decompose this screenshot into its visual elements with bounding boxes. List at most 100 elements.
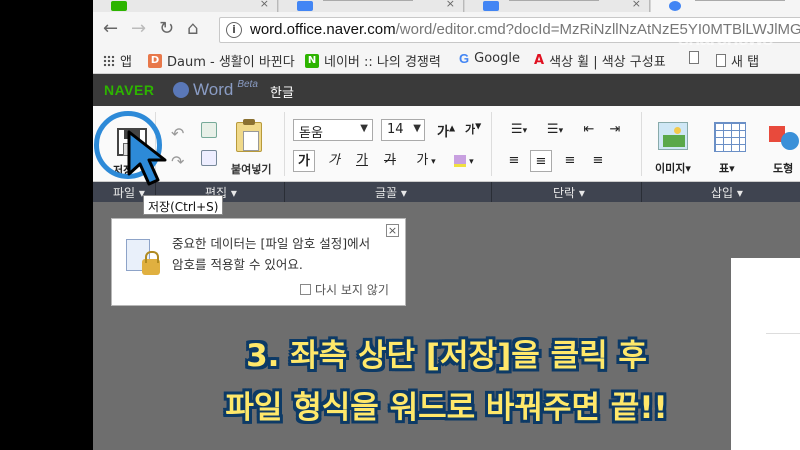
bookmark-apps[interactable]: 앱 — [103, 51, 132, 70]
bullet-list-button[interactable]: ☰▾ — [541, 119, 569, 141]
tab-title — [323, 0, 413, 1]
notice-line: 암호를 적용할 수 있어요. — [172, 257, 303, 272]
font-color-label: 가 — [416, 153, 429, 168]
menu-hangul[interactable]: 한글 — [270, 82, 294, 101]
align-justify-icon[interactable]: ≡ — [587, 150, 609, 172]
watermark: sharenews — [678, 28, 773, 50]
insert-image-button[interactable]: 이미지▾ — [655, 160, 691, 176]
group-paragraph[interactable]: 단락 ▾ — [553, 184, 585, 201]
bookmark-label: Daum - 생활이 바뀐다 — [167, 55, 295, 70]
tab-favicon — [297, 1, 313, 11]
insert-shape-button[interactable]: 도형 — [773, 160, 793, 176]
align-left-icon[interactable]: ≡ — [503, 150, 525, 172]
outdent-icon[interactable]: ⇤ — [579, 119, 599, 141]
tab-title — [695, 0, 785, 1]
font-grow-button[interactable]: 가▲ — [437, 121, 455, 140]
adobe-icon: A — [534, 53, 545, 68]
copy-icon[interactable] — [201, 150, 217, 166]
cut-icon[interactable] — [201, 122, 217, 138]
bookmark-daum[interactable]: D Daum - 생활이 바뀐다 — [148, 51, 295, 70]
chevron-down-icon: ▾ — [466, 157, 474, 167]
reload-icon[interactable]: ↻ — [159, 18, 174, 40]
bullet-list-icon: ☰ — [546, 122, 559, 137]
table-icon[interactable] — [714, 122, 746, 152]
chevron-down-icon: ▾ — [558, 126, 564, 136]
shape-icon[interactable] — [769, 122, 800, 152]
underline-button[interactable]: 가 — [351, 150, 373, 172]
highlighter-icon — [454, 154, 467, 167]
mouse-cursor-icon — [127, 130, 167, 186]
font-shrink-button[interactable]: 가▼ — [465, 121, 481, 137]
tutorial-caption: 3. 좌측 상단 [저장]을 클릭 후 파일 형식을 워드로 바꿔주면 끝!! — [93, 330, 800, 434]
bookmark-color-wheel[interactable]: A 색상 휠 | 색상 구성표 — [534, 51, 666, 70]
chevron-down-icon: ▼ — [413, 123, 421, 134]
highlight-color-button[interactable]: ▾ — [449, 150, 479, 172]
notice-message: 중요한 데이터는 [파일 암호 설정]에서 암호를 적용할 수 있어요. — [172, 233, 397, 275]
bookmark-naver[interactable]: N 네이버 :: 나의 경쟁력 — [305, 51, 441, 70]
bookmark-label: 색상 휠 | 색상 구성표 — [549, 55, 666, 70]
browser-tab-active[interactable] — [651, 0, 800, 12]
beta-label: Beta — [237, 78, 258, 90]
insert-table-button[interactable]: 표▾ — [719, 160, 735, 176]
strikethrough-button[interactable]: 가 — [379, 150, 401, 172]
back-arrow-icon[interactable]: ← — [103, 18, 118, 40]
word-logo-text: Word — [193, 80, 234, 99]
align-center-icon[interactable]: ≡ — [530, 150, 552, 172]
chevron-down-icon: ▾ — [522, 126, 528, 136]
page-icon — [689, 51, 699, 64]
indent-icon[interactable]: ⇥ — [605, 119, 625, 141]
apps-grid-icon — [103, 54, 115, 67]
tab-favicon — [669, 1, 681, 11]
caption-line: 3. 좌측 상단 [저장]을 클릭 후 — [246, 338, 647, 374]
image-icon[interactable] — [658, 122, 688, 150]
bookmark-label: 앱 — [120, 55, 132, 70]
notice-line: 중요한 데이터는 [파일 암호 설정]에서 — [172, 236, 371, 251]
bookmark-page[interactable] — [689, 51, 699, 64]
bold-button[interactable]: 가 — [293, 150, 315, 172]
forward-arrow-icon[interactable]: → — [131, 18, 146, 40]
font-family-select[interactable]: 돋움 ▼ — [293, 119, 373, 141]
bookmark-new-tab[interactable]: 새 탭 — [716, 51, 759, 70]
save-tooltip: 저장(Ctrl+S) — [143, 195, 224, 215]
bookmark-label: 새 탭 — [731, 55, 760, 70]
numbered-list-icon: ☰ — [510, 122, 523, 137]
clipboard-icon[interactable] — [236, 119, 262, 152]
shape-circle — [781, 132, 799, 150]
chevron-down-icon: ▾ — [428, 157, 436, 167]
font-color-button[interactable]: 가 ▾ — [411, 150, 441, 172]
password-notice-popup: × 중요한 데이터는 [파일 암호 설정]에서 암호를 적용할 수 있어요. 다… — [111, 218, 406, 306]
numbered-list-button[interactable]: ☰▾ — [505, 119, 533, 141]
font-size-select[interactable]: 14 ▼ — [381, 119, 425, 141]
caption-line: 파일 형식을 워드로 바꿔주면 끝!! — [225, 390, 668, 426]
checkbox-box[interactable] — [300, 284, 311, 295]
google-icon: G — [459, 51, 470, 66]
tab-title — [509, 0, 599, 1]
italic-button[interactable]: 가 — [323, 150, 345, 172]
browser-tab[interactable]: × — [279, 0, 464, 12]
daum-icon: D — [148, 53, 162, 68]
font-size-value: 14 — [387, 122, 404, 137]
tab-strip: × × × — [93, 0, 800, 12]
home-icon[interactable]: ⌂ — [187, 18, 198, 40]
close-icon[interactable]: × — [632, 0, 641, 10]
ribbon-toolbar: 저장 ↶ ↷ 붙여넣기 돋움 ▼ 14 ▼ 가▲ 가▼ 가 가 가 가 가 ▾ … — [93, 106, 800, 182]
browser-tab[interactable]: × — [465, 0, 650, 12]
naver-logo[interactable]: NAVER — [104, 82, 154, 98]
tab-favicon — [483, 1, 499, 11]
paste-label[interactable]: 붙여넣기 — [231, 161, 271, 177]
word-logo[interactable]: Word Beta — [173, 78, 258, 100]
align-right-icon[interactable]: ≡ — [559, 150, 581, 172]
font-family-value: 돋움 — [299, 126, 323, 141]
info-icon[interactable]: i — [226, 22, 242, 38]
close-icon[interactable]: × — [446, 0, 455, 10]
dont-show-again-checkbox[interactable]: 다시 보지 않기 — [300, 281, 389, 298]
group-font[interactable]: 글꼴 ▾ — [375, 184, 407, 201]
tab-favicon — [111, 1, 127, 11]
browser-tab[interactable]: × — [93, 0, 278, 12]
naver-icon: N — [305, 53, 319, 68]
bookmark-label: Google — [474, 51, 520, 66]
word-logo-icon — [173, 82, 189, 98]
bookmark-google[interactable]: G Google — [459, 51, 520, 66]
close-icon[interactable]: × — [260, 0, 269, 10]
group-insert[interactable]: 삽입 ▾ — [711, 184, 743, 201]
